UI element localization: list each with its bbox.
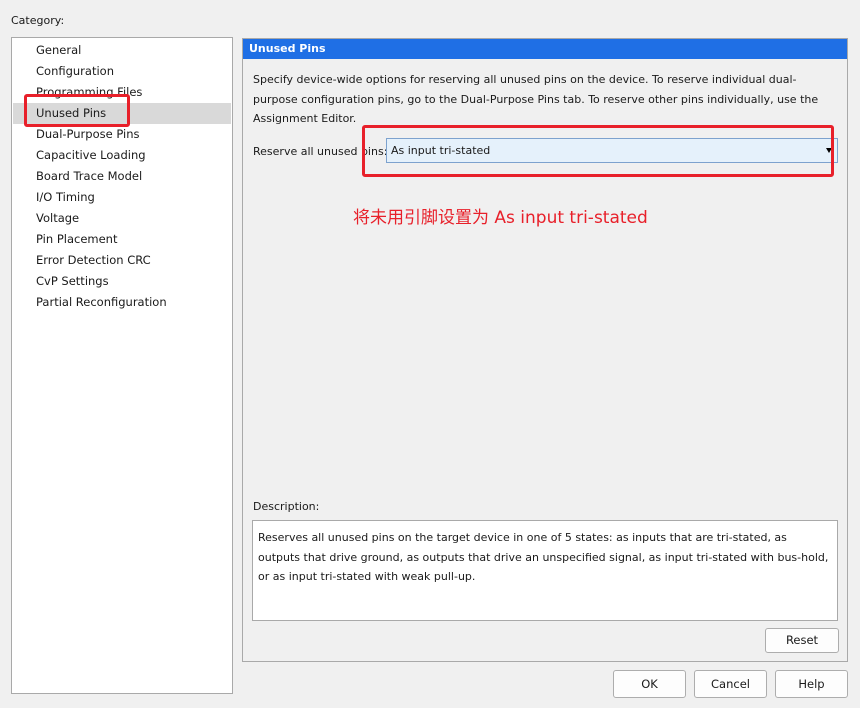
unused-pins-panel: Unused Pins Specify device-wide options … (242, 38, 848, 662)
category-item-pin-placement[interactable]: Pin Placement (13, 229, 231, 250)
category-item-io-timing[interactable]: I/O Timing (13, 187, 231, 208)
description-box: Reserves all unused pins on the target d… (252, 520, 838, 621)
annotation-text: 将未用引脚设置为 As input tri-stated (353, 208, 648, 228)
category-item-general[interactable]: General (13, 40, 231, 61)
category-label: Category: (11, 14, 65, 27)
category-item-partial-reconfiguration[interactable]: Partial Reconfiguration (13, 292, 231, 313)
cancel-button[interactable]: Cancel (694, 670, 767, 698)
reserve-unused-pins-label: Reserve all unused pins: (253, 145, 388, 158)
reserve-unused-pins-value: As input tri-stated (391, 144, 491, 157)
category-item-capacitive-loading[interactable]: Capacitive Loading (13, 145, 231, 166)
help-button[interactable]: Help (775, 670, 848, 698)
category-item-programming-files[interactable]: Programming Files (13, 82, 231, 103)
dropdown-arrow-icon (826, 148, 832, 153)
panel-title: Unused Pins (243, 39, 847, 59)
category-item-unused-pins[interactable]: Unused Pins (13, 103, 231, 124)
category-item-cvp-settings[interactable]: CvP Settings (13, 271, 231, 292)
category-item-configuration[interactable]: Configuration (13, 61, 231, 82)
category-list[interactable]: General Configuration Programming Files … (11, 37, 233, 694)
category-item-dual-purpose-pins[interactable]: Dual-Purpose Pins (13, 124, 231, 145)
description-label: Description: (253, 500, 320, 513)
reset-button[interactable]: Reset (765, 628, 839, 653)
category-item-voltage[interactable]: Voltage (13, 208, 231, 229)
category-item-error-detection-crc[interactable]: Error Detection CRC (13, 250, 231, 271)
ok-button[interactable]: OK (613, 670, 686, 698)
reserve-unused-pins-dropdown[interactable]: As input tri-stated (386, 138, 838, 163)
category-item-board-trace-model[interactable]: Board Trace Model (13, 166, 231, 187)
panel-intro-text: Specify device-wide options for reservin… (253, 73, 819, 125)
